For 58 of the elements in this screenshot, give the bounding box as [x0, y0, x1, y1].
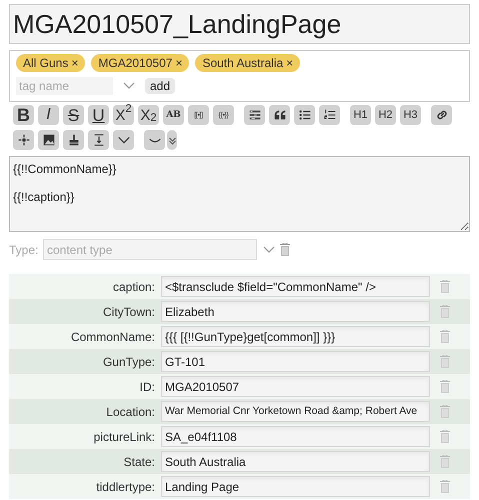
format-button[interactable]: S: [63, 105, 84, 125]
remove-tag-button[interactable]: ×: [71, 57, 78, 69]
quote-icon: [272, 108, 286, 122]
field-name: CityTown:: [102, 304, 156, 320]
format-button[interactable]: AB: [163, 105, 184, 125]
field-value-input[interactable]: GT-101: [161, 351, 430, 372]
stamp-icon: [66, 133, 80, 147]
format-button[interactable]: H2: [375, 105, 396, 125]
tag-name-field[interactable]: tag name: [16, 77, 113, 95]
tag-label[interactable]: South Australia: [202, 54, 284, 72]
format-button[interactable]: X$^{2}$: [113, 105, 134, 125]
field-name: tiddlertype:: [95, 478, 156, 496]
field-name: State:: [122, 454, 156, 470]
chevron-down-button[interactable]: [167, 130, 177, 150]
link-button[interactable]: [431, 105, 452, 125]
content-type-field[interactable]: content type: [43, 239, 257, 260]
chevron-down-icon[interactable]: [263, 246, 275, 254]
bullet-list-icon: [298, 108, 312, 122]
bullet-list-button[interactable]: [294, 105, 315, 125]
field-value-input[interactable]: Elizabeth: [161, 301, 430, 322]
field-value-input[interactable]: SA_e04f1108: [161, 426, 430, 447]
format-button[interactable]: H1: [350, 105, 371, 125]
remove-tag-button[interactable]: ×: [175, 57, 182, 69]
field-value-input[interactable]: {{{ [{!!GunType}get[common]] }}}: [161, 326, 430, 347]
remove-tag-button[interactable]: ×: [286, 57, 294, 69]
format-button[interactable]: B: [13, 105, 34, 125]
type-label: Type:: [9, 242, 40, 258]
format-button[interactable]: H3: [400, 105, 421, 125]
numbered-list-button[interactable]: [319, 105, 340, 125]
chevron-down-icon[interactable]: [123, 82, 135, 90]
link-icon: [434, 108, 448, 122]
field-value-input[interactable]: MGA2010507: [161, 376, 430, 397]
image-icon: [42, 133, 56, 147]
field-name: ID:: [138, 378, 156, 396]
quote-button[interactable]: [269, 105, 290, 125]
add-button[interactable]: add: [145, 78, 176, 94]
field-value-input[interactable]: South Australia: [161, 451, 430, 472]
field-value-input[interactable]: Landing Page: [161, 476, 430, 497]
image-button[interactable]: [38, 130, 59, 150]
field-name: pictureLink:: [92, 428, 156, 446]
chevron-down-button[interactable]: [113, 130, 134, 150]
format-button[interactable]: X$_{2}$: [138, 105, 159, 125]
format-button[interactable]: U: [88, 105, 109, 125]
field-value-input[interactable]: War Memorial Cnr Yorketown Road &amp; Robert Ave: [161, 401, 430, 422]
smile-curve-button[interactable]: [144, 130, 165, 150]
field-name: caption:: [112, 278, 156, 296]
field-value-input[interactable]: <$transclude $field="CommonName" />: [161, 276, 430, 297]
tag-label[interactable]: All Guns: [23, 54, 68, 72]
format-button[interactable]: I: [38, 105, 59, 125]
title-field[interactable]: MGA2010507_LandingPage: [9, 4, 470, 44]
stamp-button[interactable]: [63, 130, 84, 150]
field-name: CommonName:: [70, 328, 156, 346]
text-editor[interactable]: {{!!CommonName}} {{!!caption}}: [9, 156, 470, 232]
delete-icon[interactable]: [280, 243, 290, 256]
field-name: GunType:: [102, 354, 156, 370]
field-name: Location:: [105, 404, 156, 420]
tag-label[interactable]: MGA2010507: [98, 54, 172, 72]
numbered-list-icon: [322, 108, 336, 122]
